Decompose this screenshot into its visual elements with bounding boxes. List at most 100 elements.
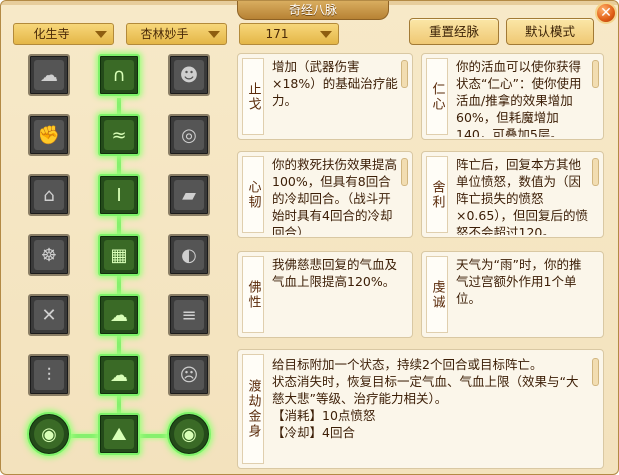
- spirit-figure-icon-glyph: ☻: [174, 60, 204, 90]
- skill-desc: 你的活血可以使你获得状态“仁心”：使你使用活血/推拿的效果增加60%，但耗魔增加…: [456, 59, 582, 137]
- skill-desc: 我佛慈悲回复的气血及气血上限提高120%。: [272, 257, 398, 289]
- golden-body-icon-glyph: ⛰: [104, 419, 134, 449]
- default-mode-button[interactable]: 默认模式: [506, 18, 594, 45]
- level-dropdown-value: 171: [265, 27, 289, 41]
- svg-text:⫶: ⫶: [47, 365, 52, 386]
- svg-text:Ⅰ: Ⅰ: [116, 185, 121, 206]
- demon-face-icon[interactable]: ☹: [168, 354, 210, 396]
- skill-name: 虔诚: [426, 256, 448, 333]
- close-button[interactable]: ✕: [595, 2, 617, 24]
- sect-dropdown-value: 化生寺: [33, 27, 70, 41]
- buddha-icon-glyph: ☸: [34, 240, 64, 270]
- svg-text:☁: ☁: [110, 365, 128, 386]
- svg-text:≡: ≡: [181, 305, 196, 326]
- svg-text:☁: ☁: [40, 65, 58, 86]
- skill-desc: 增加（武器伤害×18%）的基础治疗能力。: [272, 59, 398, 108]
- bamboo-icon[interactable]: ⫶: [28, 354, 70, 396]
- scrollbar[interactable]: [592, 358, 599, 386]
- svg-text:☻: ☻: [180, 65, 199, 86]
- spirit-figure-icon[interactable]: ☻: [168, 54, 210, 96]
- svg-text:∩: ∩: [112, 65, 125, 86]
- school-dropdown-value: 杏林妙手: [140, 27, 189, 41]
- skill-card-zhige[interactable]: 止戈 增加（武器伤害×18%）的基础治疗能力。: [237, 53, 413, 140]
- final-skill-desc: 给目标附加一个状态，持续2个回合或目标阵亡。 状态消失时，恢复目标一定气血、气血…: [272, 356, 589, 466]
- pagoda-icon[interactable]: ⌂: [28, 174, 70, 216]
- svg-text:◐: ◐: [181, 245, 197, 266]
- svg-text:☁: ☁: [110, 305, 128, 326]
- orb-right-icon[interactable]: ◉: [167, 412, 211, 456]
- final-skill-card[interactable]: 渡劫金身 给目标附加一个状态，持续2个回合或目标阵亡。 状态消失时，恢复目标一定…: [237, 349, 604, 469]
- skill-card-foxing[interactable]: 佛性 我佛慈悲回复的气血及气血上限提高120%。: [237, 251, 413, 338]
- golden-tome-icon[interactable]: ▦: [98, 234, 140, 276]
- broken-tiles-icon[interactable]: ▰: [168, 174, 210, 216]
- svg-text:▦: ▦: [110, 245, 127, 266]
- scrollbar[interactable]: [592, 158, 599, 186]
- orb-left-icon-glyph: ◉: [34, 419, 64, 449]
- lotus-fist-icon-glyph: ✊: [34, 120, 64, 150]
- standing-monk-icon-glyph: Ⅰ: [104, 180, 134, 210]
- turtle-cloud-icon[interactable]: ☁: [98, 354, 140, 396]
- skill-card-renxin[interactable]: 仁心 你的活血可以使你获得状态“仁心”：使你使用活血/推拿的效果增加60%，但耗…: [421, 53, 604, 140]
- svg-text:≈: ≈: [111, 125, 126, 146]
- close-icon: ✕: [600, 5, 612, 21]
- final-skill-cost: 【消耗】10点愤怒: [272, 408, 376, 423]
- standing-monk-icon[interactable]: Ⅰ: [98, 174, 140, 216]
- scrollbar[interactable]: [401, 60, 408, 88]
- golden-body-icon[interactable]: ⛰: [98, 413, 140, 455]
- svg-text:☸: ☸: [41, 245, 57, 266]
- final-skill-line: 状态消失时，恢复目标一定气血、气血上限（效果与“大慈大悲”等级、治疗能力相关）。: [272, 374, 579, 406]
- grass-lines-icon-glyph: ≡: [174, 300, 204, 330]
- waves-icon[interactable]: ≈: [98, 114, 140, 156]
- spiral-cloud-icon[interactable]: ☁: [28, 54, 70, 96]
- svg-text:✊: ✊: [38, 125, 60, 146]
- scrollbar[interactable]: [592, 60, 599, 88]
- broken-tiles-icon-glyph: ▰: [174, 180, 204, 210]
- scrollbar[interactable]: [401, 158, 408, 186]
- rainbow-arch-icon[interactable]: ∩: [98, 54, 140, 96]
- skill-desc: 阵亡后，回复本方其他单位愤怒，数值为（因阵亡损失的愤怒×0.65），但回复后的愤…: [456, 157, 589, 235]
- meridian-window: 奇经八脉 ✕ 化生寺 杏林妙手 171 重置经脉 默认模式 ☁ ∩ ☻ ✊ ≈ ◎ ⌂ Ⅰ ▰ ☸…: [0, 0, 619, 475]
- rainbow-arch-icon-glyph: ∩: [104, 60, 134, 90]
- skill-desc: 你的救死扶伤效果提高100%，但具有8回合的冷却回合。（战斗开始时具有4回合的冷…: [272, 157, 398, 235]
- cloud-swirl-icon-glyph: ☁: [104, 300, 134, 330]
- skill-desc: 天气为“雨”时，你的推气过宫额外作用1个单位。: [456, 257, 582, 306]
- golden-tome-icon-glyph: ▦: [104, 240, 134, 270]
- grass-lines-icon[interactable]: ≡: [168, 294, 210, 336]
- svg-text:✕: ✕: [41, 305, 56, 326]
- turtle-cloud-icon-glyph: ☁: [104, 360, 134, 390]
- staff-cross-icon-glyph: ✕: [34, 300, 64, 330]
- chevron-down-icon: [95, 31, 107, 38]
- final-skill-line: 给目标附加一个状态，持续2个回合或目标阵亡。: [272, 357, 543, 372]
- svg-text:◉: ◉: [181, 424, 197, 445]
- skill-card-xinren[interactable]: 心韧 你的救死扶伤效果提高100%，但具有8回合的冷却回合。（战斗开始时具有4回…: [237, 151, 413, 238]
- school-dropdown[interactable]: 杏林妙手: [126, 23, 227, 45]
- ring-orbs-icon-glyph: ◎: [174, 120, 204, 150]
- demon-face-icon-glyph: ☹: [174, 360, 204, 390]
- staff-cross-icon[interactable]: ✕: [28, 294, 70, 336]
- skill-card-qiancheng[interactable]: 虔诚 天气为“雨”时，你的推气过宫额外作用1个单位。: [421, 251, 604, 338]
- lotus-fist-icon[interactable]: ✊: [28, 114, 70, 156]
- level-dropdown[interactable]: 171: [239, 23, 339, 45]
- sect-dropdown[interactable]: 化生寺: [13, 23, 114, 45]
- cloud-swirl-icon[interactable]: ☁: [98, 294, 140, 336]
- orb-left-icon[interactable]: ◉: [27, 412, 71, 456]
- skill-name: 舍利: [426, 156, 448, 233]
- spiral-cloud-icon-glyph: ☁: [34, 60, 64, 90]
- window-title: 奇经八脉: [237, 1, 389, 20]
- bamboo-icon-glyph: ⫶: [34, 360, 64, 390]
- circle-face-icon[interactable]: ◐: [168, 234, 210, 276]
- skill-card-sheli[interactable]: 舍利 阵亡后，回复本方其他单位愤怒，数值为（因阵亡损失的愤怒×0.65），但回复…: [421, 151, 604, 238]
- waves-icon-glyph: ≈: [104, 120, 134, 150]
- final-skill-name: 渡劫金身: [242, 354, 264, 464]
- circle-face-icon-glyph: ◐: [174, 240, 204, 270]
- svg-text:⛰: ⛰: [111, 424, 126, 445]
- skill-name: 止戈: [242, 58, 264, 135]
- svg-text:▰: ▰: [182, 185, 196, 206]
- final-skill-cooldown: 【冷却】4回合: [272, 425, 355, 440]
- ring-orbs-icon[interactable]: ◎: [168, 114, 210, 156]
- buddha-icon[interactable]: ☸: [28, 234, 70, 276]
- chevron-down-icon: [208, 31, 220, 38]
- svg-text:☹: ☹: [180, 365, 199, 386]
- reset-meridian-button[interactable]: 重置经脉: [409, 18, 499, 45]
- svg-text:◎: ◎: [181, 125, 197, 146]
